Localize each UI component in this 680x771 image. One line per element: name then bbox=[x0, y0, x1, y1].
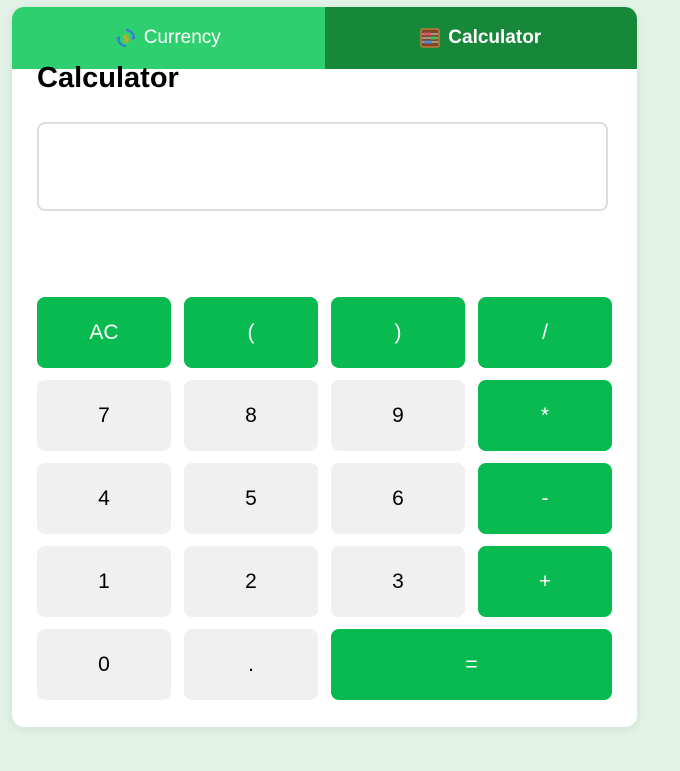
abacus-icon bbox=[420, 28, 441, 48]
digit-5-button[interactable]: 5 bbox=[184, 463, 318, 534]
svg-text:$: $ bbox=[122, 32, 130, 45]
keypad: AC()/ 7 8 9 * 4 5 6- 1 2 3 +0. = bbox=[37, 297, 612, 700]
digit-0-button[interactable]: 0 bbox=[37, 629, 171, 700]
digit-3-button[interactable]: 3 bbox=[331, 546, 465, 617]
calculator-card: $ Currency Calculator Calculator AC () … bbox=[12, 7, 637, 727]
divide-button[interactable]: / bbox=[478, 297, 612, 368]
digit-2-button[interactable]: 2 bbox=[184, 546, 318, 617]
equals-button[interactable]: = bbox=[331, 629, 612, 700]
digit-9-button[interactable]: 9 bbox=[331, 380, 465, 451]
tab-bar: $ Currency Calculator bbox=[12, 7, 637, 69]
multiply-button[interactable]: * bbox=[478, 380, 612, 451]
digit-7-button[interactable]: 7 bbox=[37, 380, 171, 451]
subtract-button[interactable]: - bbox=[478, 463, 612, 534]
decimal-button[interactable]: . bbox=[184, 629, 318, 700]
close-paren-button[interactable]: ) bbox=[331, 297, 465, 368]
digit-1-button[interactable]: 1 bbox=[37, 546, 171, 617]
currency-exchange-icon: $ bbox=[115, 28, 136, 48]
tab-calculator[interactable]: Calculator bbox=[324, 7, 637, 69]
tab-currency-label: Currency bbox=[143, 27, 221, 48]
clear-button[interactable]: AC bbox=[37, 297, 171, 368]
page-title: Calculator bbox=[37, 62, 179, 94]
tab-currency[interactable]: $ Currency bbox=[12, 7, 325, 69]
add-button[interactable]: + bbox=[478, 546, 612, 617]
digit-4-button[interactable]: 4 bbox=[37, 463, 171, 534]
digit-6-button[interactable]: 6 bbox=[331, 463, 465, 534]
digit-8-button[interactable]: 8 bbox=[184, 380, 318, 451]
tab-calculator-label: Calculator bbox=[448, 27, 542, 48]
calculator-display[interactable] bbox=[37, 122, 608, 211]
open-paren-button[interactable]: ( bbox=[184, 297, 318, 368]
